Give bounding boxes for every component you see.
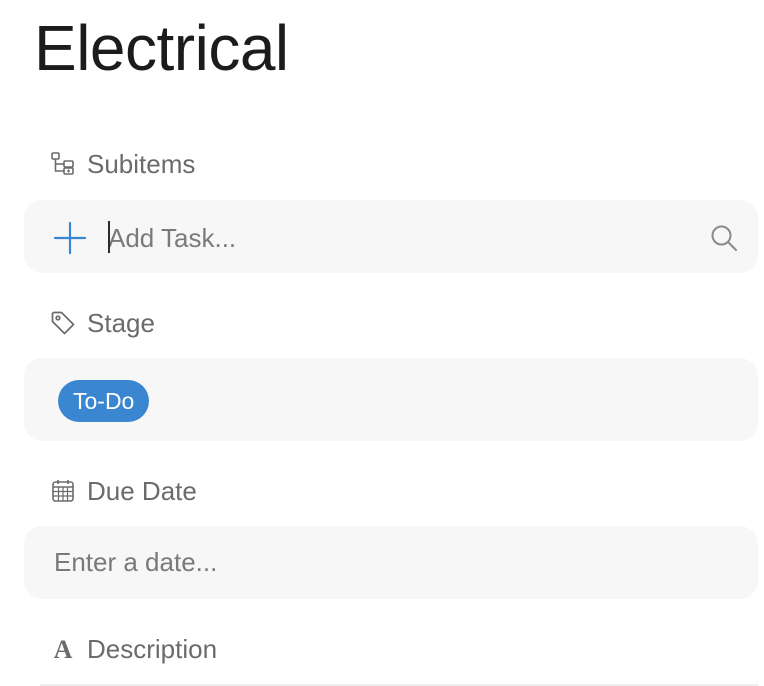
subitems-field [24,200,758,273]
stage-label: Stage [50,307,155,339]
add-task-input[interactable] [108,218,668,258]
page-title: Electrical [34,12,289,84]
description-label-text: Description [87,633,218,664]
plus-icon[interactable] [52,220,88,256]
text-format-icon: A [50,636,76,662]
due-date-label-text: Due Date [87,475,197,506]
stage-field[interactable]: To-Do [24,358,758,441]
subitems-tree-icon [50,151,76,177]
subitems-label-text: Subitems [87,148,196,179]
text-cursor [108,221,110,253]
due-date-field [24,526,758,599]
svg-text:A: A [54,636,73,662]
description-label: A Description [50,633,217,665]
due-date-input[interactable] [54,542,714,582]
search-icon[interactable] [708,222,740,254]
calendar-icon [50,478,76,504]
stage-chip-todo[interactable]: To-Do [58,380,150,422]
tag-icon [50,310,76,336]
subitems-label: Subitems [50,148,195,180]
stage-label-text: Stage [87,307,155,338]
due-date-label: Due Date [50,475,197,507]
